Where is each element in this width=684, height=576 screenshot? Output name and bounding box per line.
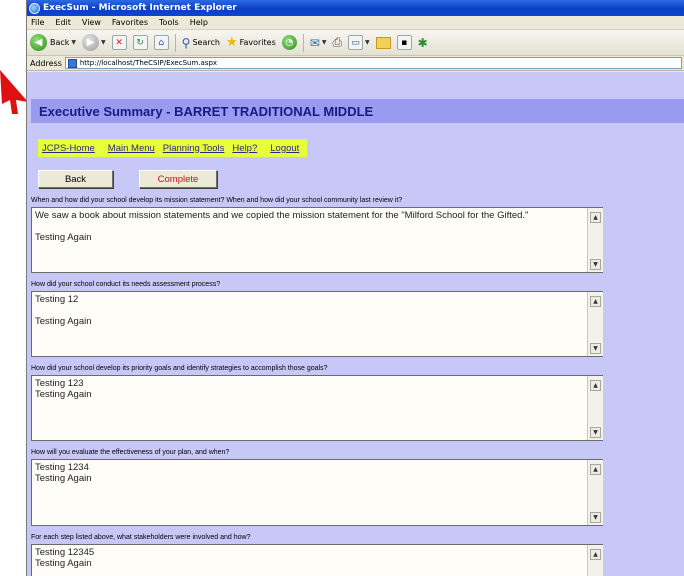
address-url: http://localhost/TheCSIP/ExecSum.aspx: [79, 59, 218, 67]
nav-jcps-home-link[interactable]: JCPS-Home: [42, 143, 95, 154]
textarea-scrollbar[interactable]: ▲ ▼: [587, 376, 603, 440]
edit-button[interactable]: ▭ ▼: [348, 35, 370, 50]
home-button[interactable]: ⌂: [153, 35, 169, 50]
history-button[interactable]: ◔: [281, 35, 297, 50]
forward-nav-button[interactable]: ▶ ▼: [82, 34, 106, 51]
history-icon: ◔: [281, 35, 297, 50]
messenger-button[interactable]: ✱: [418, 36, 428, 50]
answer-textarea[interactable]: Testing 123 Testing Again ▲ ▼: [31, 375, 603, 441]
nav-help-link[interactable]: Help?: [232, 143, 257, 154]
back-dropdown-icon: ▼: [71, 39, 77, 46]
search-icon: ⚲: [181, 35, 191, 50]
menu-bar: File Edit View Favorites Tools Help: [27, 16, 684, 30]
search-button[interactable]: ⚲ Search: [182, 36, 220, 50]
address-input[interactable]: http://localhost/TheCSIP/ExecSum.aspx: [64, 57, 682, 69]
ie-app-icon: [29, 2, 40, 14]
edit-dropdown-icon: ▼: [365, 39, 370, 46]
page-content: Executive Summary - BARRET TRADITIONAL M…: [27, 72, 684, 576]
print-button[interactable]: ⎙: [332, 35, 342, 50]
mail-button[interactable]: ✉ ▼: [310, 36, 327, 50]
toolbar-separator: [302, 33, 304, 52]
favorites-star-icon: ★: [225, 35, 238, 50]
nav-bar: JCPS-Home Main Menu Planning Tools Help?…: [38, 139, 308, 157]
window-title: ExecSum - Microsoft Internet Explorer: [43, 3, 237, 13]
question-label: How will you evaluate the effectiveness …: [31, 449, 230, 456]
textarea-scrollbar[interactable]: ▲: [587, 545, 603, 576]
mail-dropdown-icon: ▼: [321, 39, 327, 46]
question-label: How did your school conduct its needs as…: [31, 281, 221, 288]
answer-text: Testing 12345 Testing Again: [35, 547, 95, 569]
answer-text: Testing 123 Testing Again: [35, 378, 92, 400]
menu-file[interactable]: File: [31, 18, 44, 27]
refresh-button[interactable]: ↻: [132, 35, 148, 50]
stop-icon: ✕: [111, 35, 127, 50]
menu-favorites[interactable]: Favorites: [112, 18, 148, 27]
toolbar: ◀ Back ▼ ▶ ▼ ✕ ↻ ⌂ ⚲ Search ★ Favorites …: [27, 30, 684, 56]
favorites-button[interactable]: ★ Favorites: [226, 35, 276, 50]
scroll-down-icon[interactable]: ▼: [590, 259, 601, 270]
menu-tools[interactable]: Tools: [159, 18, 179, 27]
folder-icon: [375, 36, 391, 49]
answer-textarea[interactable]: Testing 12 Testing Again ▲ ▼: [31, 291, 603, 357]
forward-dropdown-icon: ▼: [101, 39, 106, 46]
scroll-up-icon[interactable]: ▲: [590, 296, 601, 307]
page-title: Executive Summary - BARRET TRADITIONAL M…: [39, 103, 374, 119]
answer-textarea[interactable]: Testing 12345 Testing Again ▲: [31, 544, 603, 576]
mail-icon: ✉: [309, 35, 320, 50]
question-label: How did your school develop its priority…: [31, 365, 328, 372]
answer-textarea[interactable]: We saw a book about mission statements a…: [31, 207, 603, 273]
page-icon: [67, 58, 77, 68]
ie-window: ExecSum - Microsoft Internet Explorer Fi…: [26, 0, 684, 576]
nav-main-menu-link[interactable]: Main Menu: [108, 143, 155, 154]
search-label: Search: [192, 38, 220, 47]
address-bar: Address http://localhost/TheCSIP/ExecSum…: [27, 56, 684, 71]
question-label: For each step listed above, what stakeho…: [31, 534, 251, 541]
edit-icon: ▭: [348, 35, 364, 50]
title-bar: ExecSum - Microsoft Internet Explorer: [27, 0, 684, 16]
answer-textarea[interactable]: Testing 1234 Testing Again ▲ ▼: [31, 459, 603, 526]
menu-view[interactable]: View: [82, 18, 101, 27]
textarea-scrollbar[interactable]: ▲ ▼: [587, 460, 603, 525]
research-button[interactable]: ▪: [396, 35, 412, 50]
refresh-icon: ↻: [132, 35, 148, 50]
scroll-up-icon[interactable]: ▲: [590, 464, 601, 475]
answer-text: Testing 12 Testing Again: [35, 294, 92, 327]
research-icon: ▪: [396, 35, 412, 50]
toolbar-separator: [174, 33, 176, 52]
question-label: When and how did your school develop its…: [31, 197, 403, 204]
favorites-label: Favorites: [239, 38, 276, 47]
address-label: Address: [30, 58, 62, 68]
answer-text: Testing 1234 Testing Again: [35, 462, 92, 484]
back-arrow-icon: ◀: [30, 34, 47, 51]
textarea-scrollbar[interactable]: ▲ ▼: [587, 208, 603, 272]
back-nav-label: Back: [50, 38, 70, 47]
home-icon: ⌂: [153, 35, 169, 50]
textarea-scrollbar[interactable]: ▲ ▼: [587, 292, 603, 356]
scroll-down-icon[interactable]: ▼: [590, 427, 601, 438]
folder-button[interactable]: [375, 36, 391, 49]
nav-logout-link[interactable]: Logout: [270, 143, 299, 154]
nav-planning-tools-link[interactable]: Planning Tools: [163, 143, 225, 154]
scroll-up-icon[interactable]: ▲: [590, 212, 601, 223]
messenger-icon: ✱: [417, 35, 428, 50]
forward-arrow-icon: ▶: [82, 34, 100, 51]
header-band: Executive Summary - BARRET TRADITIONAL M…: [31, 99, 684, 123]
back-nav-button[interactable]: ◀ Back ▼: [30, 34, 76, 51]
menu-help[interactable]: Help: [190, 18, 208, 27]
screenshot: ExecSum - Microsoft Internet Explorer Fi…: [0, 0, 684, 576]
stop-button[interactable]: ✕: [111, 35, 127, 50]
scroll-up-icon[interactable]: ▲: [590, 380, 601, 391]
menu-edit[interactable]: Edit: [55, 18, 71, 27]
scroll-up-icon[interactable]: ▲: [590, 549, 601, 560]
scroll-down-icon[interactable]: ▼: [590, 512, 601, 523]
answer-text: We saw a book about mission statements a…: [35, 210, 529, 243]
print-icon: ⎙: [332, 35, 343, 49]
back-button[interactable]: Back: [38, 170, 113, 188]
complete-button[interactable]: Complete: [139, 170, 217, 188]
scroll-down-icon[interactable]: ▼: [590, 343, 601, 354]
